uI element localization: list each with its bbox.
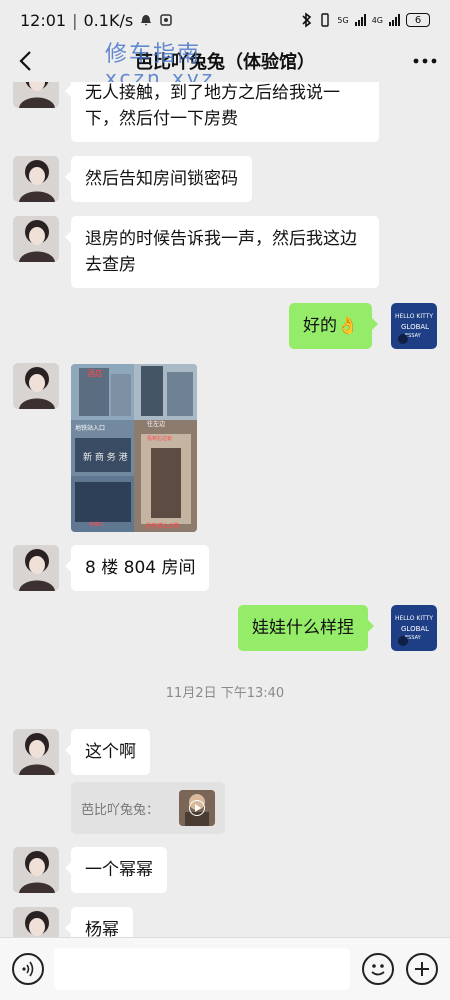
- photo-label-3: 看到左边有: [147, 435, 172, 442]
- bluetooth-icon: [302, 12, 312, 28]
- message-text: 8 楼 804 房间: [85, 558, 196, 578]
- message-text: 然后告知房间锁密码: [85, 169, 238, 189]
- avatar-text-2: GLOBAL: [401, 625, 429, 633]
- plus-icon: [415, 962, 429, 976]
- battery-level: 6: [414, 14, 422, 26]
- status-right: 5G 4G 6: [301, 12, 430, 28]
- photo-label-4: 电梯口: [89, 521, 104, 528]
- message-bubble[interactable]: 一个幂幂: [65, 847, 167, 893]
- quoted-message[interactable]: 芭比吖兔兔：: [71, 782, 225, 834]
- message-bubble-self[interactable]: 好的👌: [289, 303, 379, 349]
- contact-avatar[interactable]: [13, 216, 59, 262]
- photo-sign: 新 商 务 港: [83, 451, 128, 463]
- back-arrow-icon: [19, 51, 31, 71]
- sim1-label: 5G: [337, 15, 349, 25]
- my-avatar[interactable]: HELLO KITTY GLOBAL ESSAY: [391, 303, 437, 349]
- message-bubble[interactable]: 无人接触，到了地方之后给我说一下，然后付一下房费: [65, 82, 379, 142]
- avatar-text-2: GLOBAL: [401, 323, 429, 331]
- photo-label-5: 进电梯上8楼: [145, 522, 179, 530]
- quote-sender: 芭比吖兔兔：: [81, 802, 160, 818]
- more-icon: [413, 58, 437, 64]
- status-time: 12:01: [20, 10, 67, 30]
- my-avatar[interactable]: HELLO KITTY GLOBAL ESSAY: [391, 605, 437, 651]
- message-text: 退房的时候告诉我一声，然后我这边去查房: [85, 229, 357, 275]
- message-text: 好的👌: [303, 316, 359, 336]
- emoji-icon: [371, 964, 385, 976]
- message-bubble[interactable]: 然后告知房间锁密码: [65, 156, 252, 202]
- status-net-speed: 0.1K/s: [83, 10, 134, 30]
- message-bubble[interactable]: 杨幂: [65, 907, 133, 937]
- play-icon: [189, 800, 205, 816]
- app-notification-icon: [160, 14, 172, 26]
- message-text: 一个幂幂: [85, 860, 153, 880]
- sim2-label: 4G: [371, 15, 383, 25]
- contact-avatar[interactable]: [13, 156, 59, 202]
- avatar-text-1: HELLO KITTY: [395, 615, 433, 622]
- message-bubble[interactable]: 这个啊: [65, 729, 150, 775]
- video-thumbnail[interactable]: [179, 790, 215, 826]
- avatar-text-1: HELLO KITTY: [395, 313, 433, 320]
- battery-icon: 6: [406, 13, 430, 27]
- image-message[interactable]: 酒店 地铁站入口 往左边 看到左边有 新 商 务 港 电梯口 进电梯上8楼: [71, 364, 197, 532]
- contact-avatar[interactable]: [13, 847, 59, 893]
- signal-icon: [354, 14, 366, 26]
- more-button[interactable]: [400, 40, 450, 82]
- message-text: 杨幂: [85, 920, 119, 937]
- message-bubble[interactable]: 退房的时候告诉我一声，然后我这边去查房: [65, 216, 379, 288]
- photo-label-top: 酒店: [87, 368, 103, 378]
- contact-avatar[interactable]: [13, 363, 59, 409]
- back-button[interactable]: [0, 40, 50, 82]
- message-bubble[interactable]: 8 楼 804 房间: [64, 545, 210, 591]
- emoji-button[interactable]: [362, 953, 394, 985]
- message-text: 无人接触，到了地方之后给我说一下，然后付一下房费: [85, 83, 340, 129]
- contact-avatar[interactable]: [13, 907, 59, 937]
- photo-label-1: 地铁站入口: [75, 424, 105, 432]
- signal-2-icon: [389, 14, 400, 26]
- contact-avatar[interactable]: [13, 729, 59, 775]
- photo-label-2: 往左边: [147, 420, 165, 428]
- contact-avatar[interactable]: [13, 82, 59, 108]
- message-text: 娃娃什么样捏: [252, 618, 354, 638]
- status-bar: 12:01 | 0.1K/s 5G 4G 6: [0, 0, 450, 40]
- chat-title: 芭比吖兔兔（体验馆）: [135, 52, 315, 73]
- input-bar: [0, 937, 450, 1000]
- voice-icon: [22, 961, 34, 977]
- chat-header: 芭比吖兔兔（体验馆）: [0, 40, 450, 82]
- alarm-icon: [141, 15, 152, 26]
- chat-messages[interactable]: 无人接触，到了地方之后给我说一下，然后付一下房费 然后告知房间锁密码 退房的时候…: [0, 82, 450, 937]
- contact-avatar[interactable]: [13, 545, 59, 591]
- timestamp: 11月2日 下午13:40: [165, 686, 285, 701]
- add-button[interactable]: [406, 953, 438, 985]
- message-text: 这个啊: [85, 742, 136, 762]
- vibrate-icon: [321, 13, 330, 27]
- voice-button[interactable]: [12, 953, 44, 985]
- message-bubble-self[interactable]: 娃娃什么样捏: [238, 605, 374, 651]
- message-input[interactable]: [54, 948, 350, 990]
- status-left: 12:01 | 0.1K/s: [20, 11, 173, 30]
